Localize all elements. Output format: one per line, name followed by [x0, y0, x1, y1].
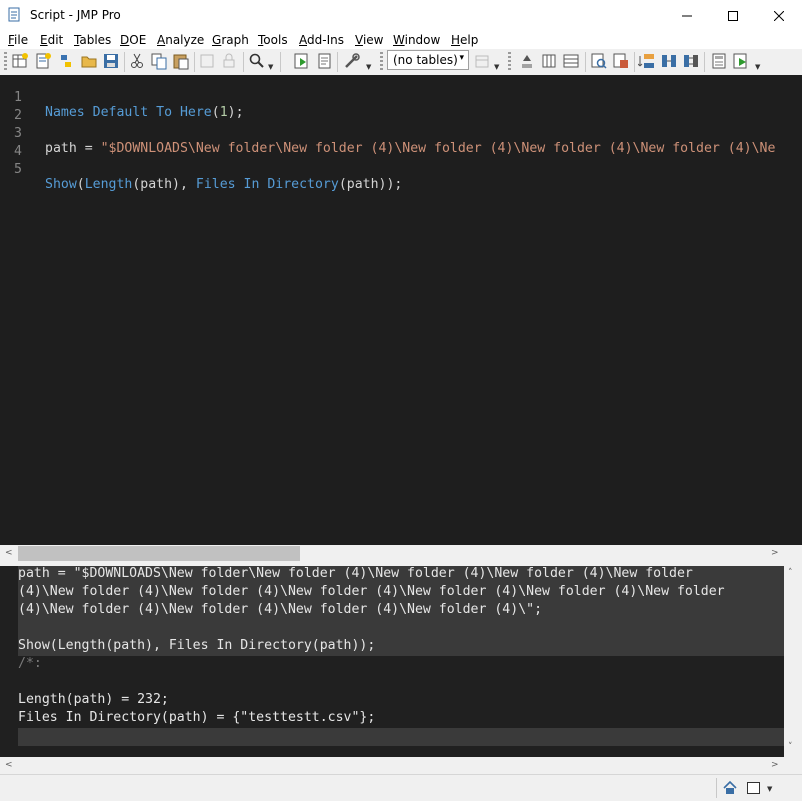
- data-grid-icon[interactable]: [562, 52, 580, 70]
- title-bar: Script - JMP Pro: [0, 0, 802, 31]
- report-search-icon[interactable]: [590, 52, 608, 70]
- log-horizontal-scrollbar[interactable]: < >: [0, 757, 802, 774]
- log-line: Length(path) = 232;: [18, 692, 169, 707]
- scroll-right-icon[interactable]: >: [771, 760, 779, 770]
- open-folder-icon[interactable]: [80, 52, 98, 70]
- table-select-value: (no tables): [393, 53, 458, 67]
- tools-dropdown-icon[interactable]: ▼: [366, 63, 371, 71]
- maximize-button[interactable]: [710, 0, 756, 31]
- join-icon[interactable]: [682, 52, 700, 70]
- code-variable: path =: [45, 141, 101, 156]
- split-icon[interactable]: [660, 52, 678, 70]
- calculator-icon[interactable]: [710, 52, 728, 70]
- sort-icon[interactable]: [518, 52, 536, 70]
- table-disabled-icon[interactable]: [473, 52, 491, 70]
- code-number: 1: [219, 105, 228, 120]
- log-comment: /*:: [18, 656, 42, 671]
- menu-analyze[interactable]: Analyze: [157, 33, 204, 47]
- log-line: Files In Directory(path) = {"testtestt.c…: [18, 710, 376, 725]
- toolbar-grip[interactable]: [4, 52, 7, 72]
- table-dropdown-icon[interactable]: ▼: [494, 63, 499, 71]
- paste-icon[interactable]: [172, 52, 190, 70]
- stack-icon[interactable]: [638, 52, 656, 70]
- run-report-icon[interactable]: [732, 52, 750, 70]
- menu-tables[interactable]: Tables: [74, 33, 111, 47]
- lock-disabled-icon[interactable]: [220, 52, 238, 70]
- toolbar-overflow-icon[interactable]: ▼: [755, 63, 760, 71]
- editor-line: 2: [0, 93, 32, 123]
- menu-graph[interactable]: Graph: [212, 33, 249, 47]
- home-icon[interactable]: [722, 780, 738, 796]
- menu-bar: File Edit Tables DOE Analyze Graph Tools…: [0, 31, 802, 49]
- menu-help[interactable]: Help: [451, 33, 478, 47]
- table-select-dropdown[interactable]: (no tables) ▾: [387, 50, 469, 70]
- window-list-icon[interactable]: [746, 780, 762, 796]
- log-line: (4)\New folder (4)\New folder (4)\New fo…: [18, 584, 725, 599]
- menu-add-ins[interactable]: Add-Ins: [299, 33, 344, 47]
- scroll-up-icon[interactable]: ˄: [788, 568, 793, 578]
- tools-icon[interactable]: [343, 52, 361, 70]
- log-line: path = "$DOWNLOADS\New folder\New folder…: [18, 566, 693, 581]
- journal-icon[interactable]: [612, 52, 630, 70]
- editor-horizontal-scrollbar[interactable]: < >: [0, 545, 802, 562]
- columns-icon[interactable]: [540, 52, 558, 70]
- menu-edit[interactable]: Edit: [40, 33, 63, 47]
- window-title: Script - JMP Pro: [30, 8, 121, 22]
- editor-line: 5 Show(Length(path), Files In Directory(…: [14, 162, 403, 192]
- search-dropdown-icon[interactable]: ▼: [268, 63, 273, 71]
- code-string: "$DOWNLOADS\New folder\New folder (4)\Ne…: [100, 141, 776, 156]
- scroll-right-icon[interactable]: >: [771, 548, 779, 558]
- log-output-pane[interactable]: path = "$DOWNLOADS\New folder\New folder…: [0, 566, 784, 757]
- menu-view[interactable]: View: [355, 33, 383, 47]
- scroll-left-icon[interactable]: <: [5, 760, 13, 770]
- status-bar: ▼: [0, 774, 802, 801]
- maximize-icon: [728, 10, 738, 21]
- chevron-down-icon: ▾: [459, 53, 464, 63]
- script-app-icon: [8, 7, 20, 22]
- menu-tools[interactable]: Tools: [258, 33, 288, 47]
- menu-doe[interactable]: DOE: [120, 33, 146, 47]
- line-number: 5: [14, 162, 22, 177]
- save-icon[interactable]: [102, 52, 120, 70]
- log-line: Show(Length(path), Files In Directory(pa…: [18, 638, 376, 653]
- search-icon[interactable]: [248, 52, 266, 70]
- close-icon: [774, 10, 784, 21]
- new-script-icon[interactable]: [34, 52, 52, 70]
- menu-window[interactable]: Window: [393, 33, 440, 47]
- script-page-icon[interactable]: [316, 52, 334, 70]
- close-button[interactable]: [756, 0, 802, 31]
- log-line: (4)\New folder (4)\New folder (4)\New fo…: [18, 602, 543, 617]
- run-script-icon[interactable]: [293, 52, 311, 70]
- minimize-button[interactable]: [664, 0, 710, 31]
- script-editor[interactable]: 1 Names Default To Here(1); 2 3 path = "…: [0, 75, 784, 545]
- copy-icon[interactable]: [150, 52, 168, 70]
- editor-line: 4: [0, 129, 32, 159]
- window-list-dropdown-icon[interactable]: ▼: [767, 785, 772, 793]
- scroll-left-icon[interactable]: <: [5, 548, 13, 558]
- cursor-line-band: [18, 728, 784, 746]
- editor-vertical-scrollbar[interactable]: [784, 75, 802, 545]
- editor-line: 3 path = "$DOWNLOADS\New folder\New fold…: [0, 111, 775, 156]
- scrollbar-thumb[interactable]: [18, 546, 300, 561]
- minimize-icon: [682, 15, 692, 16]
- code-function: Names Default To Here: [45, 105, 212, 120]
- new-data-table-icon[interactable]: [11, 52, 29, 70]
- cut-icon[interactable]: [128, 52, 146, 70]
- menu-file[interactable]: File: [8, 33, 28, 47]
- editor-line: 1 Names Default To Here(1);: [14, 90, 244, 120]
- undo-disabled-icon[interactable]: [198, 52, 216, 70]
- log-vertical-scrollbar[interactable]: ˄ ˅: [784, 566, 802, 757]
- scroll-down-icon[interactable]: ˅: [788, 742, 793, 752]
- python-icon[interactable]: [57, 52, 75, 70]
